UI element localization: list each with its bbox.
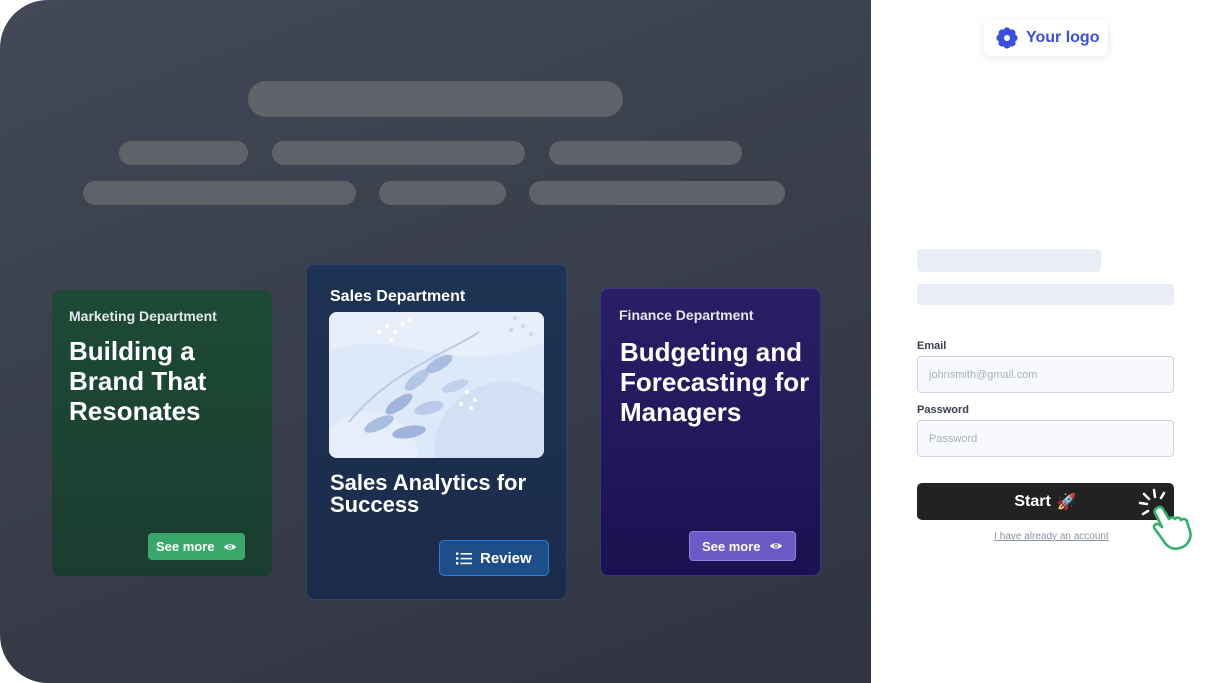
text-placeholder — [549, 141, 742, 165]
subheading-placeholder — [917, 284, 1174, 305]
card-department: Finance Department — [619, 307, 754, 323]
logo-text: Your logo — [1026, 29, 1100, 46]
email-field[interactable] — [917, 356, 1174, 393]
preview-panel: Marketing Department Building a Brand Th… — [0, 0, 871, 683]
rocket-icon: 🚀 — [1056, 493, 1077, 511]
course-card-marketing[interactable]: Marketing Department Building a Brand Th… — [52, 290, 272, 576]
card-department: Marketing Department — [69, 308, 217, 324]
text-placeholder — [83, 181, 356, 205]
button-label: Review — [480, 549, 532, 567]
review-button[interactable]: Review — [439, 540, 549, 576]
text-placeholder — [119, 141, 248, 165]
eye-icon — [223, 543, 236, 550]
card-title: Sales Analytics for Success — [330, 470, 527, 517]
heading-placeholder — [917, 249, 1101, 272]
card-title: Building a Brand That Resonates — [69, 336, 207, 426]
course-card-finance[interactable]: Finance Department Budgeting and Forecas… — [600, 288, 821, 576]
start-label: Start — [1014, 492, 1051, 510]
pointer-hand-icon — [1138, 488, 1192, 550]
password-field[interactable] — [917, 420, 1174, 457]
course-card-sales[interactable]: Sales Department Sales Analytics for Suc… — [306, 264, 567, 600]
course-illustration — [329, 312, 544, 458]
see-more-button[interactable]: See more — [148, 533, 245, 560]
text-placeholder — [272, 141, 525, 165]
card-department: Sales Department — [330, 288, 466, 305]
eye-icon — [769, 543, 782, 549]
gear-flower-icon — [996, 27, 1018, 49]
button-label: See more — [702, 538, 761, 554]
button-label: See more — [156, 539, 215, 554]
email-label: Email — [917, 340, 947, 352]
list-icon — [456, 552, 472, 564]
password-label: Password — [917, 404, 969, 416]
text-placeholder — [529, 181, 785, 205]
text-placeholder — [379, 181, 506, 205]
see-more-button[interactable]: See more — [689, 531, 796, 561]
logo: Your logo — [984, 20, 1108, 56]
card-title: Budgeting and Forecasting for Managers — [620, 337, 810, 427]
title-placeholder — [248, 81, 623, 117]
